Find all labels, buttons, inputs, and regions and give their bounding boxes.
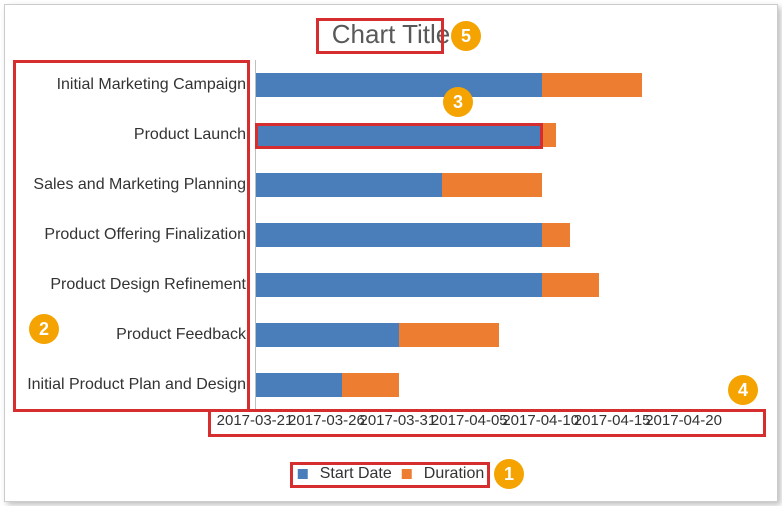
category-label[interactable]: Initial Marketing Campaign [16,60,246,110]
plot-area: Initial Marketing CampaignProduct Launch… [255,60,755,430]
legend-label-duration: Duration [424,465,484,483]
bar-row: Sales and Marketing Planning [256,160,756,210]
legend-swatch-start [298,469,308,479]
legend[interactable]: Start Date Duration [292,463,491,485]
bar-start-date[interactable] [256,223,542,247]
x-tick-label: 2017-03-21 [217,412,294,429]
bar-duration[interactable] [542,123,556,147]
legend-swatch-duration [402,469,412,479]
bar-row: Initial Product Plan and Design [256,360,756,410]
bar-start-date[interactable] [256,173,442,197]
x-tick-label: 2017-04-15 [574,412,651,429]
bar-duration[interactable] [342,373,399,397]
bar-start-date[interactable] [256,73,542,97]
bar-start-date[interactable] [256,323,399,347]
category-label[interactable]: Product Launch [16,110,246,160]
category-label[interactable]: Sales and Marketing Planning [16,160,246,210]
bar-row: Product Launch [256,110,756,160]
x-tick-label: 2017-03-26 [288,412,365,429]
x-tick-label: 2017-04-20 [645,412,722,429]
bar-row: Initial Marketing Campaign [256,60,756,110]
category-label[interactable]: Product Feedback [16,310,246,360]
bar-start-date[interactable] [256,123,542,147]
x-tick-label: 2017-04-05 [431,412,508,429]
bar-duration[interactable] [542,273,599,297]
category-label[interactable]: Product Offering Finalization [16,210,246,260]
bar-duration[interactable] [399,323,499,347]
bar-duration[interactable] [442,173,542,197]
chart-container: Chart Title Initial Marketing CampaignPr… [4,4,778,502]
bar-duration[interactable] [542,223,571,247]
x-tick-label: 2017-03-31 [359,412,436,429]
bar-row: Product Feedback [256,310,756,360]
bar-row: Product Offering Finalization [256,210,756,260]
bar-duration[interactable] [542,73,642,97]
callout-1: 1 [494,459,524,489]
bar-row: Product Design Refinement [256,260,756,310]
legend-label-start: Start Date [320,465,392,483]
bar-start-date[interactable] [256,373,342,397]
category-label[interactable]: Product Design Refinement [16,260,246,310]
category-label[interactable]: Initial Product Plan and Design [16,360,246,410]
x-tick-label: 2017-04-10 [502,412,579,429]
bar-start-date[interactable] [256,273,542,297]
x-axis[interactable]: 2017-03-212017-03-262017-03-312017-04-05… [255,412,755,436]
chart-title[interactable]: Chart Title [326,17,457,52]
